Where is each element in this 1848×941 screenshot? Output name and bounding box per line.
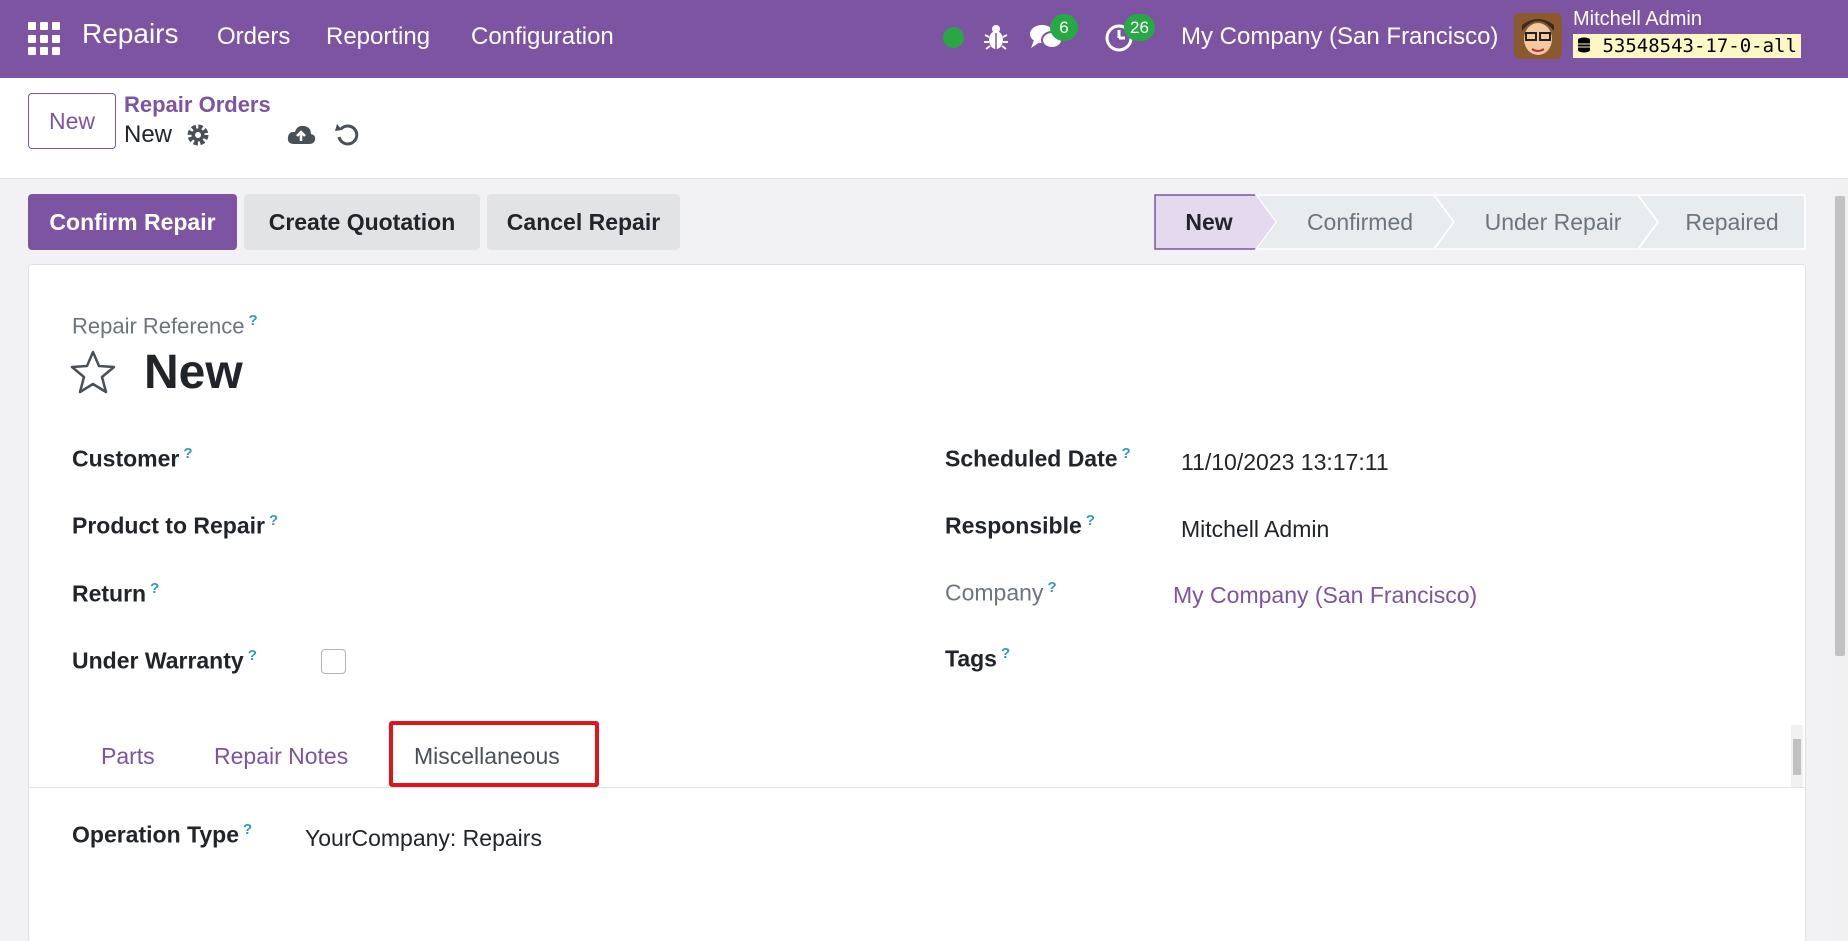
return-label-text: Return xyxy=(72,580,147,607)
create-quotation-button[interactable]: Create Quotation xyxy=(244,194,480,250)
user-name[interactable]: Mitchell Admin xyxy=(1573,8,1702,31)
database-name: 53548543-17-0-all xyxy=(1573,34,1801,58)
save-cloud-icon[interactable] xyxy=(286,122,316,148)
confirm-repair-button[interactable]: Confirm Repair xyxy=(28,194,237,250)
under-warranty-label: Under Warranty? xyxy=(72,647,257,675)
company-switcher[interactable]: My Company (San Francisco) xyxy=(1181,23,1498,51)
record-title[interactable]: New xyxy=(144,345,243,400)
customer-label: Customer? xyxy=(72,445,193,473)
activities-count-badge: 26 xyxy=(1124,14,1155,41)
help-tooltip-icon[interactable]: ? xyxy=(1122,445,1131,462)
apps-menu-icon[interactable] xyxy=(28,22,62,56)
help-tooltip-icon[interactable]: ? xyxy=(1086,512,1095,529)
customer-label-text: Customer xyxy=(72,445,180,472)
highlight-annotation-box xyxy=(389,721,599,787)
help-tooltip-icon[interactable]: ? xyxy=(1001,645,1010,662)
operation-type-label-text: Operation Type xyxy=(72,821,239,848)
help-tooltip-icon[interactable]: ? xyxy=(1047,579,1056,596)
user-avatar[interactable] xyxy=(1514,13,1562,59)
breadcrumb-current: New xyxy=(124,121,173,148)
status-bar: New Confirmed Under Repair Repaired xyxy=(1154,194,1806,250)
operation-type-field[interactable]: YourCompany: Repairs xyxy=(305,825,542,852)
menu-orders[interactable]: Orders xyxy=(217,23,290,51)
status-step-under-repair[interactable]: Under Repair xyxy=(1458,194,1648,250)
tabs-divider xyxy=(29,787,1805,788)
product-label-text: Product to Repair xyxy=(72,512,265,539)
form-sheet: Repair Reference? New Customer? Product … xyxy=(28,264,1806,941)
status-step-confirmed[interactable]: Confirmed xyxy=(1280,194,1440,250)
messages-count-badge: 6 xyxy=(1050,14,1078,41)
tags-label-text: Tags xyxy=(945,645,997,672)
return-label: Return? xyxy=(72,580,159,608)
company-label-text: Company xyxy=(945,579,1044,606)
menu-configuration[interactable]: Configuration xyxy=(471,23,614,51)
responsible-label-text: Responsible xyxy=(945,512,1082,539)
repair-reference-label: Repair Reference? xyxy=(72,312,258,339)
gear-icon[interactable] xyxy=(186,123,210,147)
tabs-scrollbar-thumb[interactable] xyxy=(1793,739,1801,775)
app-name[interactable]: Repairs xyxy=(82,18,178,50)
help-tooltip-icon[interactable]: ? xyxy=(150,580,159,597)
operation-type-label: Operation Type? xyxy=(72,821,252,849)
database-icon xyxy=(1578,37,1590,53)
connection-status-icon xyxy=(943,27,964,48)
new-record-button[interactable]: New xyxy=(28,93,116,149)
under-warranty-checkbox[interactable] xyxy=(321,649,346,674)
product-to-repair-label: Product to Repair? xyxy=(72,512,278,540)
tab-repair-notes[interactable]: Repair Notes xyxy=(214,743,348,770)
help-tooltip-icon[interactable]: ? xyxy=(269,512,278,529)
help-tooltip-icon[interactable]: ? xyxy=(248,312,257,329)
responsible-label: Responsible? xyxy=(945,512,1095,540)
control-panel: New Repair Orders New xyxy=(0,78,1848,179)
tags-label: Tags? xyxy=(945,645,1010,673)
responsible-field[interactable]: Mitchell Admin xyxy=(1181,516,1329,543)
company-label: Company? xyxy=(945,579,1057,607)
repair-reference-label-text: Repair Reference xyxy=(72,313,245,339)
scheduled-date-field[interactable]: 11/10/2023 13:17:11 xyxy=(1181,449,1389,476)
tabs-scrollbar[interactable] xyxy=(1791,725,1803,787)
tab-parts[interactable]: Parts xyxy=(101,743,155,770)
page-scrollbar-thumb[interactable] xyxy=(1835,196,1845,656)
database-name-text: 53548543-17-0-all xyxy=(1602,35,1797,57)
menu-reporting[interactable]: Reporting xyxy=(326,23,430,51)
cancel-repair-button[interactable]: Cancel Repair xyxy=(487,194,680,250)
scheduled-date-label-text: Scheduled Date xyxy=(945,445,1118,472)
scheduled-date-label: Scheduled Date? xyxy=(945,445,1131,473)
breadcrumb-repair-orders[interactable]: Repair Orders xyxy=(124,92,271,118)
help-tooltip-icon[interactable]: ? xyxy=(243,821,252,838)
star-icon[interactable] xyxy=(69,349,117,395)
help-tooltip-icon[interactable]: ? xyxy=(183,445,192,462)
help-tooltip-icon[interactable]: ? xyxy=(248,647,257,664)
top-navbar: Repairs Orders Reporting Configuration 6… xyxy=(0,0,1848,78)
page-scrollbar[interactable] xyxy=(1832,180,1848,941)
status-step-new[interactable]: New xyxy=(1174,194,1244,250)
discard-changes-icon[interactable] xyxy=(334,121,362,149)
status-step-repaired[interactable]: Repaired xyxy=(1662,194,1802,250)
warranty-label-text: Under Warranty xyxy=(72,647,244,674)
debug-bug-icon[interactable] xyxy=(983,23,1009,51)
company-field-link[interactable]: My Company (San Francisco) xyxy=(1173,582,1477,609)
